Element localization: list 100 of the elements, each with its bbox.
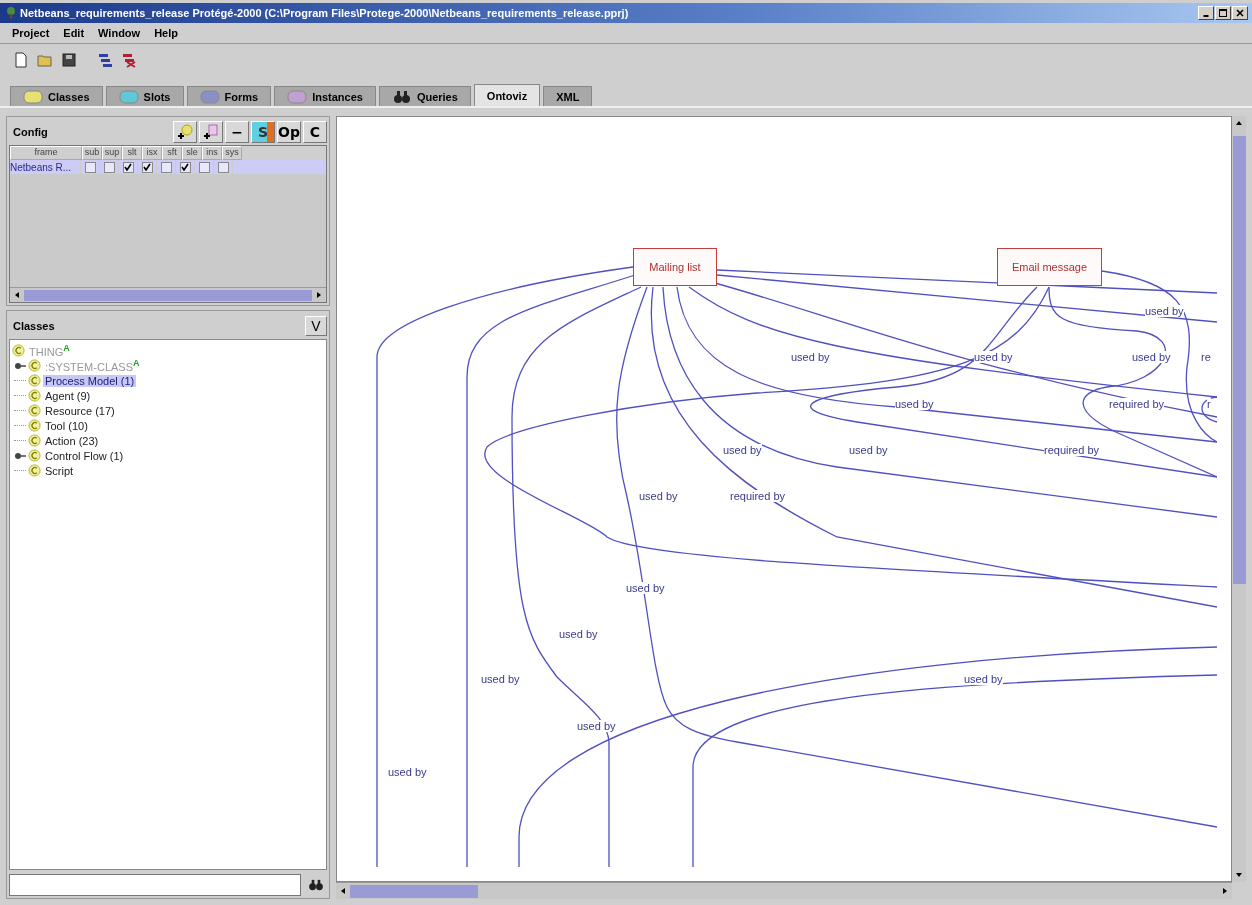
checkbox[interactable]	[122, 161, 134, 173]
binoculars-icon	[309, 879, 323, 891]
class-icon	[28, 359, 41, 372]
graph-node[interactable]: Email message	[997, 248, 1102, 286]
class-icon	[28, 419, 41, 432]
edge-label: used by	[791, 351, 830, 363]
edge-label: used by	[1132, 351, 1171, 363]
class-icon	[28, 434, 41, 447]
class-icon	[28, 464, 41, 477]
menu-item[interactable]: Help	[154, 27, 178, 39]
edge-label: used by	[723, 444, 762, 456]
maximize-button[interactable]	[1215, 6, 1231, 20]
tree-item[interactable]: Control Flow (1)	[43, 449, 126, 462]
edge-label: used by	[1145, 305, 1184, 317]
tree-item[interactable]: :SYSTEM-CLASS$^{A}$	[43, 358, 142, 373]
column-header[interactable]: ins	[202, 146, 222, 160]
column-header[interactable]: sys	[222, 146, 242, 160]
tree-item[interactable]: Agent (9)	[43, 389, 93, 402]
edge-label: required by	[730, 490, 786, 502]
tab[interactable]: Instances	[274, 86, 376, 106]
classes-tab-icon	[23, 89, 43, 104]
class-icon	[28, 404, 41, 417]
view-button[interactable]: V	[305, 316, 327, 336]
close-icon	[1235, 8, 1245, 18]
checkbox[interactable]	[141, 161, 153, 173]
tree-item[interactable]: Process Model (1)	[43, 374, 137, 387]
edge-label: used by	[974, 351, 1013, 363]
scroll-right-icon[interactable]	[1221, 887, 1229, 895]
search-field[interactable]	[9, 874, 301, 896]
expand-handle-icon[interactable]	[14, 450, 26, 461]
folder-icon	[37, 52, 53, 68]
scroll-right-icon[interactable]	[315, 291, 323, 299]
add-instance-icon	[203, 124, 219, 140]
scroll-down-icon[interactable]	[1235, 871, 1243, 879]
save-icon	[61, 52, 77, 68]
class-icon	[28, 389, 41, 402]
tab[interactable]: Ontoviz	[473, 84, 541, 106]
edge-label: required by	[1109, 398, 1165, 410]
checkbox[interactable]	[198, 161, 210, 173]
window-title: Netbeans_requirements_release Protégé-2000 (C:\Program Files\Protege-2000\Netbeans_requirements_release.pprj)	[20, 7, 630, 19]
tree-item[interactable]: Tool (10)	[43, 419, 90, 432]
add-instance-button[interactable]	[199, 121, 223, 143]
delete-hierarchy-icon	[121, 52, 137, 68]
edge-label: used by	[559, 628, 598, 640]
column-header[interactable]: sub	[82, 146, 102, 160]
checkbox[interactable]	[103, 161, 115, 173]
tree-item[interactable]: Resource (17)	[43, 404, 117, 417]
tree-item[interactable]: THING$^{A}$	[27, 343, 72, 358]
graph-node[interactable]: Mailing list	[633, 248, 717, 286]
scroll-left-icon[interactable]	[13, 291, 21, 299]
config-button[interactable]: −	[225, 121, 249, 143]
table-row[interactable]: Netbeans R...	[10, 160, 326, 174]
close-button[interactable]	[1232, 6, 1248, 20]
slot-button[interactable]: S	[251, 121, 275, 143]
config-button[interactable]: C	[303, 121, 327, 143]
checkbox[interactable]	[160, 161, 172, 173]
edge-label: used by	[626, 582, 665, 594]
column-header[interactable]: sup	[102, 146, 122, 160]
edge-label: used by	[895, 398, 934, 410]
minimize-icon	[1203, 15, 1209, 17]
add-class-icon	[177, 124, 193, 140]
tab[interactable]: Slots	[105, 86, 184, 106]
edge-label: used by	[388, 766, 427, 778]
scrollbar-thumb[interactable]	[1232, 136, 1246, 584]
scroll-left-icon[interactable]	[339, 887, 347, 895]
app-icon	[4, 6, 18, 20]
tree-item[interactable]: Script	[43, 464, 76, 477]
edge-label: used by	[481, 673, 520, 685]
column-header[interactable]: sle	[182, 146, 202, 160]
tab[interactable]: Classes	[10, 86, 103, 106]
config-button[interactable]: Op	[277, 121, 301, 143]
forms-tab-icon	[199, 89, 220, 104]
tab[interactable]: Forms	[186, 86, 272, 106]
scroll-up-icon[interactable]	[1235, 119, 1243, 127]
tab[interactable]: XML	[543, 86, 593, 106]
scrollbar-thumb[interactable]	[24, 289, 312, 301]
edge-label: r	[1207, 398, 1211, 410]
class-icon	[12, 344, 25, 357]
minimize-button[interactable]	[1198, 6, 1214, 20]
maximize-icon	[1218, 8, 1228, 18]
menu-item[interactable]: Edit	[63, 27, 85, 39]
column-header[interactable]: frame	[10, 146, 82, 160]
column-header[interactable]: sft	[162, 146, 182, 160]
tree-item[interactable]: Action (23)	[43, 434, 101, 447]
checkbox[interactable]	[179, 161, 191, 173]
column-header[interactable]: slt	[122, 146, 142, 160]
scrollbar-thumb[interactable]	[350, 884, 478, 898]
menu-item[interactable]: Project	[12, 27, 50, 39]
checkbox[interactable]	[217, 161, 229, 173]
binoculars-icon	[391, 89, 412, 104]
expand-handle-icon[interactable]	[14, 360, 26, 371]
edge-label: used by	[577, 720, 616, 732]
new-file-icon	[13, 52, 29, 68]
edge-label: required by	[1044, 444, 1100, 456]
edge-label: used by	[849, 444, 888, 456]
add-class-button[interactable]	[173, 121, 197, 143]
tab[interactable]: Queries	[378, 86, 471, 106]
column-header[interactable]: isx	[142, 146, 162, 160]
menu-item[interactable]: Window	[98, 27, 141, 39]
checkbox[interactable]	[84, 161, 96, 173]
